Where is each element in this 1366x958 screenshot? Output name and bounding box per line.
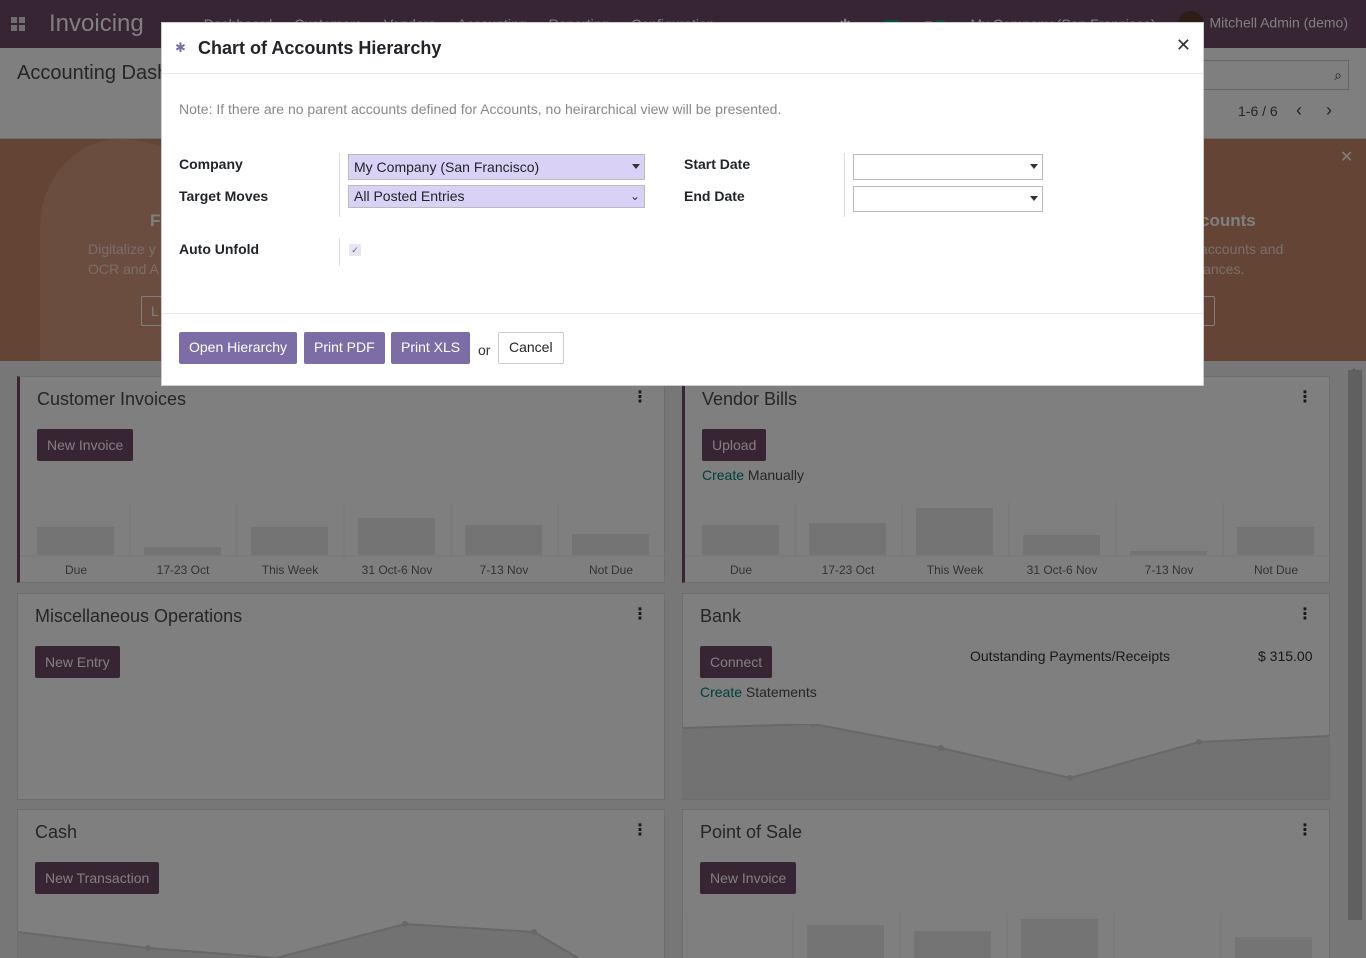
auto-unfold-checkbox[interactable]: ✓ [349, 244, 361, 256]
auto-unfold-label: Auto Unfold [179, 241, 260, 257]
modal-header: ✱ Chart of Accounts Hierarchy ✕ [162, 23, 1203, 74]
caret-down-icon [1030, 196, 1038, 201]
or-separator: or [478, 342, 491, 358]
company-select-value: My Company (San Francisco) [354, 159, 540, 175]
open-hierarchy-button[interactable]: Open Hierarchy [179, 332, 298, 364]
caret-down-icon [632, 164, 640, 169]
bug-icon: ✱ [175, 40, 186, 55]
print-pdf-button[interactable]: Print PDF [304, 332, 385, 364]
end-date-label: End Date [684, 188, 745, 204]
target-moves-label: Target Moves [179, 188, 269, 204]
chevron-down-icon: ⌄ [629, 189, 640, 203]
start-date-label: Start Date [684, 156, 751, 172]
caret-down-icon [1030, 164, 1038, 169]
modal-footer: Open Hierarchy Print PDF Print XLS or Ca… [162, 313, 1203, 385]
field-divider [339, 238, 340, 266]
modal-title: Chart of Accounts Hierarchy [198, 38, 442, 58]
cancel-button[interactable]: Cancel [498, 332, 564, 364]
field-divider [844, 153, 845, 217]
start-date-input[interactable] [853, 154, 1043, 180]
print-xls-button[interactable]: Print XLS [391, 332, 471, 364]
company-select[interactable]: My Company (San Francisco) [348, 154, 645, 180]
close-icon[interactable]: ✕ [1176, 35, 1191, 56]
target-moves-select-value: All Posted Entries [354, 188, 465, 204]
chart-of-accounts-dialog: ✱ Chart of Accounts Hierarchy ✕ Note: If… [161, 22, 1204, 386]
target-moves-select[interactable]: All Posted Entries ⌄ [348, 185, 645, 208]
end-date-input[interactable] [853, 186, 1043, 212]
company-label: Company [179, 156, 243, 172]
field-divider [339, 153, 340, 217]
hierarchy-note: Note: If there are no parent accounts de… [179, 101, 782, 117]
